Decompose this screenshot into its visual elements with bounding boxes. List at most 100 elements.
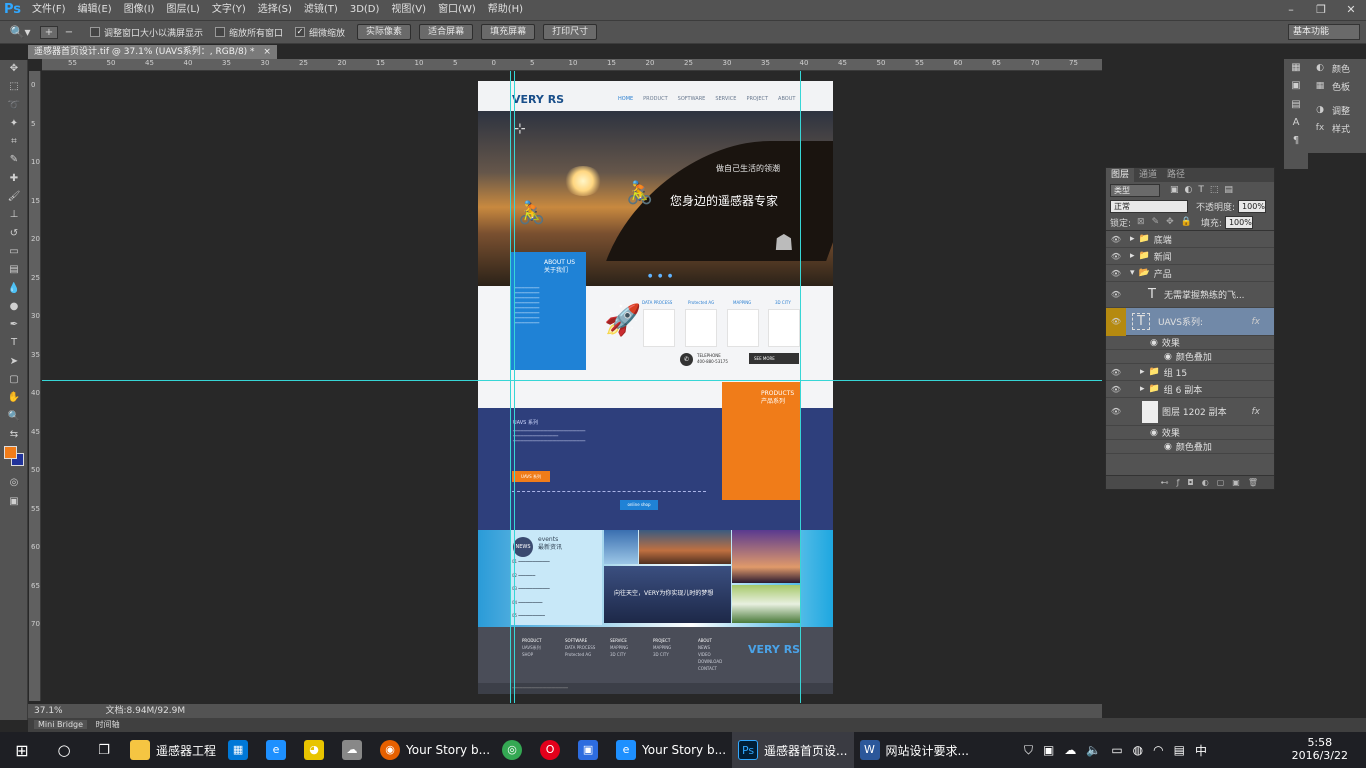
type-tool-icon[interactable]: T xyxy=(0,334,28,352)
layer-row-selected[interactable]: 👁 T UAVS系列: fx xyxy=(1106,307,1274,336)
lasso-tool-icon[interactable]: ➰ xyxy=(0,97,28,115)
start-windows-icon[interactable]: ⊞ xyxy=(0,732,44,768)
minimize-icon[interactable]: – xyxy=(1276,0,1306,20)
healing-brush-icon[interactable]: ✚ xyxy=(0,170,28,188)
quick-mask-icon[interactable]: ◎ xyxy=(0,474,28,492)
swatches-panel-tab[interactable]: ▦ 色板 xyxy=(1308,77,1366,95)
layer-actions-bar[interactable]: ⊷ƒ◘◐▢▣🗑 xyxy=(1106,475,1274,489)
effect-eye-icon[interactable]: ◉ xyxy=(1150,428,1158,438)
zoom-tool-icon[interactable]: 🔍 xyxy=(0,408,28,426)
guide-line[interactable] xyxy=(800,71,801,703)
layer-row[interactable]: 👁 ▸ 📁 组 6 副本 xyxy=(1106,381,1274,398)
blend-mode-select[interactable]: 正常 xyxy=(1110,199,1188,213)
layer-row[interactable]: 👁 ▾ 📂 产品 xyxy=(1106,265,1274,282)
effect-item-row[interactable]: ◉ 颜色叠加 xyxy=(1106,350,1274,364)
menu-layer[interactable]: 图层(L) xyxy=(160,0,205,20)
guide-line[interactable] xyxy=(514,71,515,703)
menu-select[interactable]: 选择(S) xyxy=(252,0,298,20)
menu-image[interactable]: 图像(I) xyxy=(118,0,161,20)
effect-eye-icon[interactable]: ◉ xyxy=(1164,442,1172,452)
taskbar-item[interactable]: ◉ Your Story b... xyxy=(374,732,496,768)
marquee-tool-icon[interactable]: ⬚ xyxy=(0,78,28,96)
eraser-icon[interactable]: ▭ xyxy=(0,243,28,261)
color-panel-tab[interactable]: ◐ 颜色 xyxy=(1308,59,1366,77)
filter-icons[interactable]: ▣◐T⬚▤ xyxy=(1170,185,1239,195)
layer-row[interactable]: 👁 图层 1202 副本 fx xyxy=(1106,398,1274,426)
info-panel-icon[interactable]: ▤ xyxy=(1284,96,1308,114)
opacity-input[interactable]: 100% xyxy=(1238,199,1267,213)
layer-row[interactable]: 👁 ▸ 📁 底端 xyxy=(1106,231,1274,248)
zoom-out-icon[interactable]: − xyxy=(60,27,78,38)
effects-row[interactable]: ◉ 效果 xyxy=(1106,336,1274,350)
ime-indicator[interactable]: 中 xyxy=(1195,742,1207,759)
eye-icon[interactable]: 👁 xyxy=(1106,407,1126,416)
taskbar-item[interactable]: W 网站设计要求... xyxy=(854,732,975,768)
resize-windows-checkbox[interactable]: 调整窗口大小以满屏显示 xyxy=(90,26,203,39)
document-tab[interactable]: 遥感器首页设计.tif @ 37.1% (UAVS系列：, RGB/8) * × xyxy=(28,45,277,59)
taskbar-item[interactable]: ◕ xyxy=(298,732,336,768)
pen-tool-icon[interactable]: ✒ xyxy=(0,316,28,334)
weibo-icon[interactable]: ◍ xyxy=(1133,743,1143,757)
brush-tool-icon[interactable]: 🖌 xyxy=(0,188,28,206)
foreground-color-swatch[interactable] xyxy=(4,446,17,460)
menu-edit[interactable]: 编辑(E) xyxy=(72,0,118,20)
network-icon[interactable]: ▣ xyxy=(1043,743,1054,757)
layer-filter-select[interactable]: 类型 xyxy=(1110,183,1160,197)
adjustments-panel-tab[interactable]: ◑ 调整 xyxy=(1308,101,1366,119)
layer-row[interactable]: 👁 T 无需掌握熟练的飞... xyxy=(1106,282,1274,308)
magic-wand-icon[interactable]: ✦ xyxy=(0,115,28,133)
tab-channels[interactable]: 通道 xyxy=(1134,168,1162,182)
effect-item-row[interactable]: ◉ 颜色叠加 xyxy=(1106,440,1274,454)
blur-tool-icon[interactable]: 💧 xyxy=(0,280,28,298)
effects-row[interactable]: ◉ 效果 xyxy=(1106,426,1274,440)
tab-mini-bridge[interactable]: Mini Bridge xyxy=(34,720,88,729)
taskbar-item[interactable]: ◎ xyxy=(496,732,534,768)
fx-icon[interactable]: fx xyxy=(1252,407,1261,417)
taskbar-item[interactable]: ▦ xyxy=(222,732,260,768)
menu-help[interactable]: 帮助(H) xyxy=(482,0,529,20)
taskbar-item[interactable]: ▣ xyxy=(572,732,610,768)
eye-icon[interactable]: 👁 xyxy=(1106,269,1126,278)
fill-screen-button[interactable]: 填充屏幕 xyxy=(481,24,536,40)
menu-view[interactable]: 视图(V) xyxy=(385,0,432,20)
wifi-icon[interactable]: ◠ xyxy=(1153,743,1163,757)
eye-icon[interactable]: 👁 xyxy=(1106,235,1126,244)
layer-row[interactable]: 👁 ▸ 📁 新闻 xyxy=(1106,248,1274,265)
swap-colors-icon[interactable]: ⇆ xyxy=(0,426,28,444)
menu-window[interactable]: 窗口(W) xyxy=(432,0,482,20)
fill-input[interactable]: 100% xyxy=(1224,215,1253,229)
cloud-icon[interactable]: ☁ xyxy=(1064,743,1076,757)
zoom-in-icon[interactable]: + xyxy=(40,25,58,39)
notification-icon[interactable]: ▤ xyxy=(1174,743,1185,757)
battery-icon[interactable]: ▭ xyxy=(1111,743,1122,757)
print-size-button[interactable]: 打印尺寸 xyxy=(543,24,598,40)
lock-icons[interactable]: ⊠✎✥🔒 xyxy=(1137,217,1199,227)
dodge-tool-icon[interactable]: ● xyxy=(0,298,28,316)
move-tool-icon[interactable]: ✥ xyxy=(0,60,28,78)
taskbar-item-active[interactable]: Ps 遥感器首页设... xyxy=(732,732,854,768)
layer-row[interactable]: 👁 ▸ 📁 组 15 xyxy=(1106,364,1274,381)
workspace-select[interactable]: 基本功能 xyxy=(1288,24,1360,40)
taskbar-item[interactable]: O xyxy=(534,732,572,768)
shape-tool-icon[interactable]: ▢ xyxy=(0,371,28,389)
menu-type[interactable]: 文字(Y) xyxy=(206,0,252,20)
taskbar-item[interactable]: e Your Story b... xyxy=(610,732,732,768)
path-select-icon[interactable]: ➤ xyxy=(0,353,28,371)
guide-line[interactable] xyxy=(42,380,1102,381)
tab-timeline[interactable]: 时间轴 xyxy=(96,720,120,729)
fx-icon[interactable]: fx xyxy=(1252,317,1261,327)
menu-3d[interactable]: 3D(D) xyxy=(344,0,386,20)
scrubby-zoom-checkbox[interactable]: ✓ 细微缩放 xyxy=(295,26,345,39)
crop-tool-icon[interactable]: ⌗ xyxy=(0,133,28,151)
eye-icon[interactable]: 👁 xyxy=(1106,290,1126,299)
zoom-all-windows-checkbox[interactable]: 缩放所有窗口 xyxy=(215,26,283,39)
shield-icon[interactable]: ⛉ xyxy=(1024,743,1033,758)
character-panel-icon[interactable]: A xyxy=(1284,114,1308,132)
maximize-icon[interactable]: ❐ xyxy=(1306,0,1336,20)
paragraph-panel-icon[interactable]: ¶ xyxy=(1284,132,1308,150)
eyedropper-icon[interactable]: ✎ xyxy=(0,151,28,169)
effect-eye-icon[interactable]: ◉ xyxy=(1150,338,1158,348)
gradient-tool-icon[interactable]: ▤ xyxy=(0,261,28,279)
taskbar-item[interactable]: 遥感器工程 xyxy=(124,732,222,768)
close-icon[interactable]: ✕ xyxy=(1336,0,1366,20)
